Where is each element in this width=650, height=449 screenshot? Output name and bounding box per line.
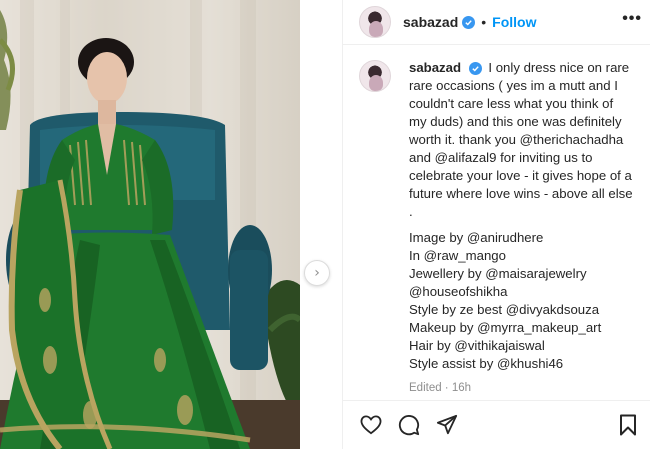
save-button[interactable] [614, 411, 642, 439]
username-link[interactable]: sabazad [403, 14, 458, 30]
credit-line: Style assist by @khushi46 [409, 356, 564, 371]
comment-avatar[interactable] [359, 60, 391, 92]
credit-line: In @raw_mango [409, 248, 506, 263]
verified-badge-icon [462, 15, 476, 29]
avatar[interactable] [359, 6, 391, 38]
credit-line: Style by ze best @divyakdsouza [409, 302, 600, 317]
post-photo[interactable] [0, 0, 300, 449]
caption-text: rare occasions ( yes im a mutt and I [409, 78, 618, 93]
more-options-icon[interactable]: ••• [622, 10, 642, 34]
caption-text: . [409, 204, 413, 219]
bookmark-icon [620, 414, 636, 436]
credit-line: @houseofshikha [409, 284, 508, 299]
caption-text: couldn't care less what you think of [409, 96, 614, 111]
post-header: sabazad • Follow ••• [343, 0, 650, 45]
caption-text: worth it. thank you @therichachadha [409, 132, 624, 147]
caption-text: celebrate your love - it gives hope of a [409, 168, 632, 183]
caption-username-link[interactable]: sabazad [409, 60, 461, 75]
credit-line: Image by @anirudhere [409, 230, 544, 245]
heart-icon [360, 415, 382, 435]
verified-badge-icon [468, 62, 482, 75]
photo-illustration [0, 0, 300, 449]
caption-text: and @alifazal9 for inviting us to [409, 150, 593, 165]
follow-button[interactable]: Follow [492, 14, 536, 30]
credit-line: Hair by @vithikajaiswal [409, 338, 545, 353]
credit-line: Makeup by @myrra_makeup_art [409, 320, 602, 335]
separator-dot: • [481, 14, 487, 30]
post-side-panel: sabazad • Follow ••• sabazad I only dres… [342, 0, 650, 449]
next-image-button[interactable]: › [304, 260, 330, 286]
caption-comment: sabazad I only dress nice on rare rare o… [343, 45, 650, 400]
edited-timestamp: Edited · 16h [409, 382, 472, 394]
share-button[interactable] [433, 411, 461, 439]
comment-button[interactable] [395, 411, 423, 439]
caption-body: sabazad I only dress nice on rare rare o… [409, 59, 634, 400]
action-bar [343, 400, 650, 449]
speech-bubble-icon [398, 415, 420, 436]
credit-line: Jewellery by @maisarajewelry [409, 266, 587, 281]
paper-plane-icon [436, 414, 458, 435]
caption-text: future where love wins - above all else [409, 186, 633, 201]
caption-text: my duds) and this one was definitely [409, 114, 622, 129]
caption-text: I only dress nice on rare [488, 60, 630, 75]
chevron-right-icon: › [314, 265, 320, 281]
like-button[interactable] [357, 411, 385, 439]
